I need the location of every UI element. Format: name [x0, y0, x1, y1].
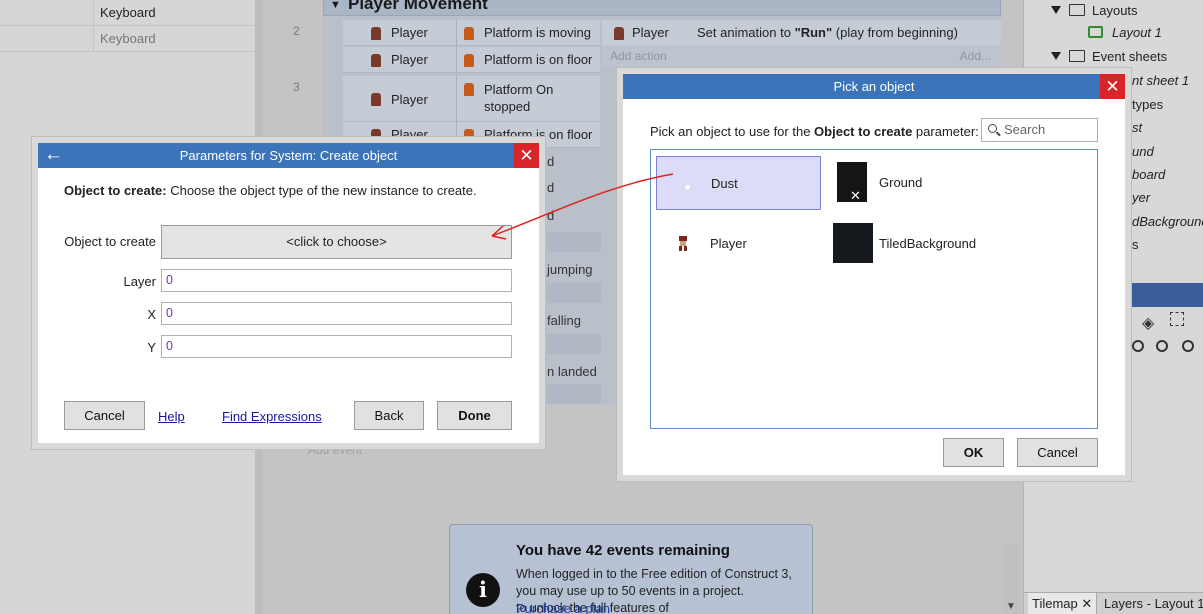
annotation-arrow: [491, 173, 674, 240]
